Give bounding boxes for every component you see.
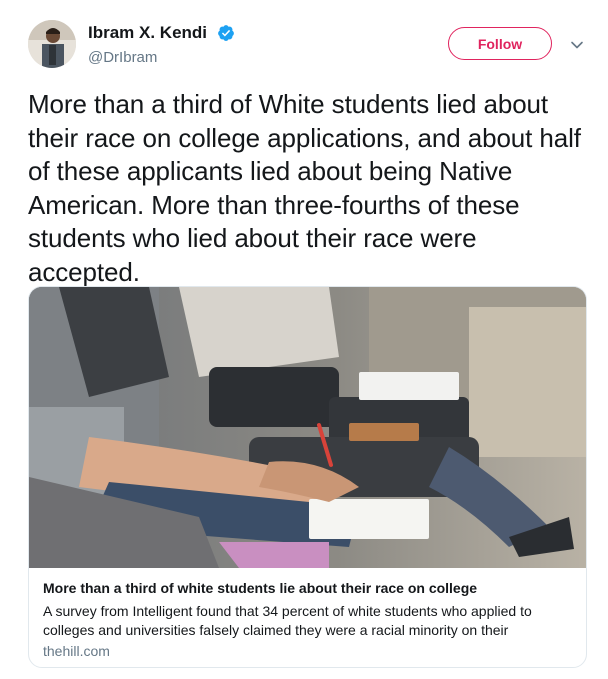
card-image[interactable] <box>29 287 586 568</box>
tweet-text: More than a third of White students lied… <box>28 89 581 287</box>
card-domain[interactable]: thehill.com <box>43 643 110 659</box>
user-handle[interactable]: @DrIbram <box>88 49 157 66</box>
user-name[interactable]: Ibram X. Kendi <box>88 23 207 43</box>
verified-badge-icon <box>218 25 234 41</box>
tweet: Ibram X. Kendi @DrIbram Follow More than… <box>0 0 608 679</box>
chevron-down-icon[interactable] <box>570 38 584 52</box>
link-card[interactable]: More than a third of white students lie … <box>28 286 587 668</box>
card-title[interactable]: More than a third of white students lie … <box>43 580 573 596</box>
avatar[interactable] <box>28 20 76 68</box>
follow-button[interactable]: Follow <box>448 27 552 60</box>
card-description: A survey from Intelligent found that 34 … <box>43 603 532 638</box>
